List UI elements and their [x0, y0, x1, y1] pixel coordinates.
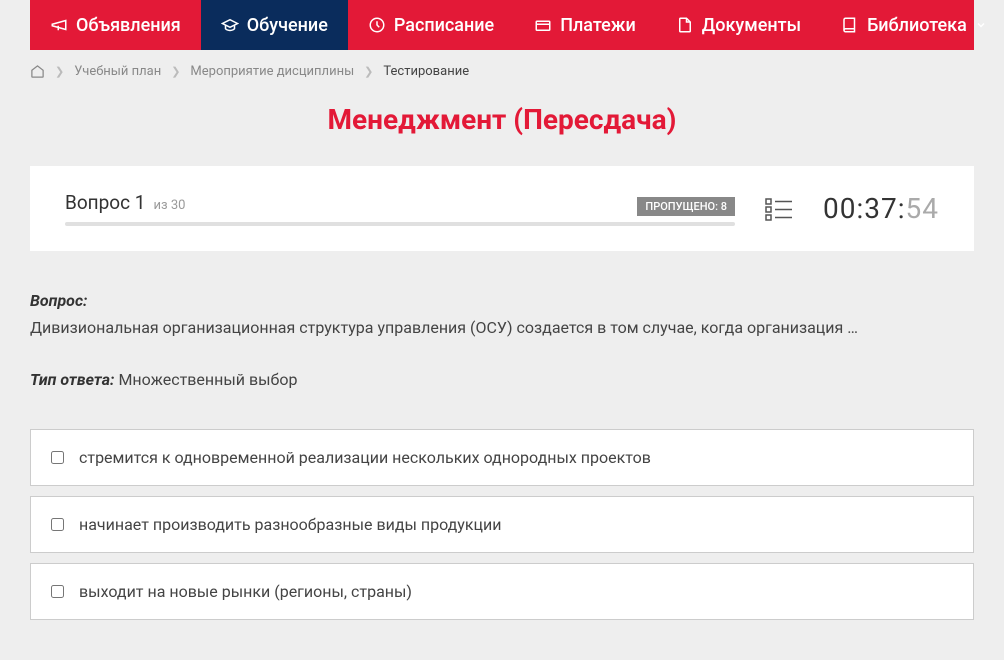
progress-bar: [65, 222, 735, 226]
timer-seconds: 54: [906, 192, 939, 225]
nav-library[interactable]: Библиотека: [821, 0, 1004, 50]
answer-checkbox[interactable]: [51, 518, 64, 531]
answer-option[interactable]: выходит на новые рынки (регионы, страны): [30, 563, 974, 620]
chevron-down-icon: [975, 19, 987, 31]
payment-icon: [534, 16, 552, 34]
question-text: Дивизиональная организационная структура…: [30, 316, 974, 340]
question-number: Вопрос 1: [65, 191, 145, 214]
answer-type-label: Тип ответа:: [30, 370, 114, 389]
answer-text: выходит на новые рынки (регионы, страны): [79, 582, 412, 601]
page-title: Менеджмент (Пересдача): [30, 93, 974, 166]
answer-text: стремится к одновременной реализации нес…: [79, 448, 651, 467]
answer-type-value: Множественный выбор: [118, 370, 297, 389]
answers-list: стремится к одновременной реализации нес…: [30, 429, 974, 660]
timer-main: 00:37:: [823, 192, 906, 225]
document-icon: [676, 16, 694, 34]
breadcrumb-current: Тестирование: [383, 64, 469, 79]
question-list-icon[interactable]: [765, 197, 793, 221]
breadcrumb: ❯ Учебный план ❯ Мероприятие дисциплины …: [30, 50, 974, 93]
chevron-right-icon: ❯: [364, 65, 373, 78]
nav-label: Расписание: [394, 15, 494, 36]
answer-option[interactable]: начинает производить разнообразные виды …: [30, 496, 974, 553]
timer: 00:37:54: [823, 192, 939, 225]
nav-documents[interactable]: Документы: [656, 0, 821, 50]
nav-announcements[interactable]: Объявления: [30, 0, 201, 50]
nav-education[interactable]: Обучение: [201, 0, 348, 50]
nav-payments[interactable]: Платежи: [514, 0, 656, 50]
answer-checkbox[interactable]: [51, 451, 64, 464]
book-icon: [841, 16, 859, 34]
nav-label: Документы: [702, 15, 801, 36]
graduation-cap-icon: [221, 16, 239, 34]
question-label: Вопрос:: [30, 291, 974, 310]
question-block: Вопрос: Дивизиональная организационная с…: [30, 251, 974, 370]
question-total: из 30: [153, 198, 185, 213]
clock-icon: [368, 16, 386, 34]
status-bar: Вопрос 1 из 30 ПРОПУЩЕНО: 8 00:37:54: [30, 166, 974, 251]
top-navbar: Объявления Обучение Расписание Платежи Д…: [30, 0, 974, 50]
nav-schedule[interactable]: Расписание: [348, 0, 514, 50]
megaphone-icon: [50, 16, 68, 34]
nav-label: Библиотека: [867, 15, 967, 36]
nav-label: Объявления: [76, 15, 181, 36]
answer-type-block: Тип ответа: Множественный выбор: [30, 370, 974, 429]
question-progress: Вопрос 1 из 30 ПРОПУЩЕНО: 8: [65, 191, 735, 226]
breadcrumb-link[interactable]: Мероприятие дисциплины: [190, 64, 354, 79]
home-icon[interactable]: [30, 64, 45, 79]
nav-label: Платежи: [560, 15, 636, 36]
skipped-badge: ПРОПУЩЕНО: 8: [637, 197, 735, 216]
nav-label: Обучение: [247, 15, 328, 36]
breadcrumb-link[interactable]: Учебный план: [74, 64, 161, 79]
answer-text: начинает производить разнообразные виды …: [79, 515, 501, 534]
chevron-right-icon: ❯: [171, 65, 180, 78]
answer-checkbox[interactable]: [51, 585, 64, 598]
chevron-right-icon: ❯: [55, 65, 64, 78]
answer-option[interactable]: стремится к одновременной реализации нес…: [30, 429, 974, 486]
